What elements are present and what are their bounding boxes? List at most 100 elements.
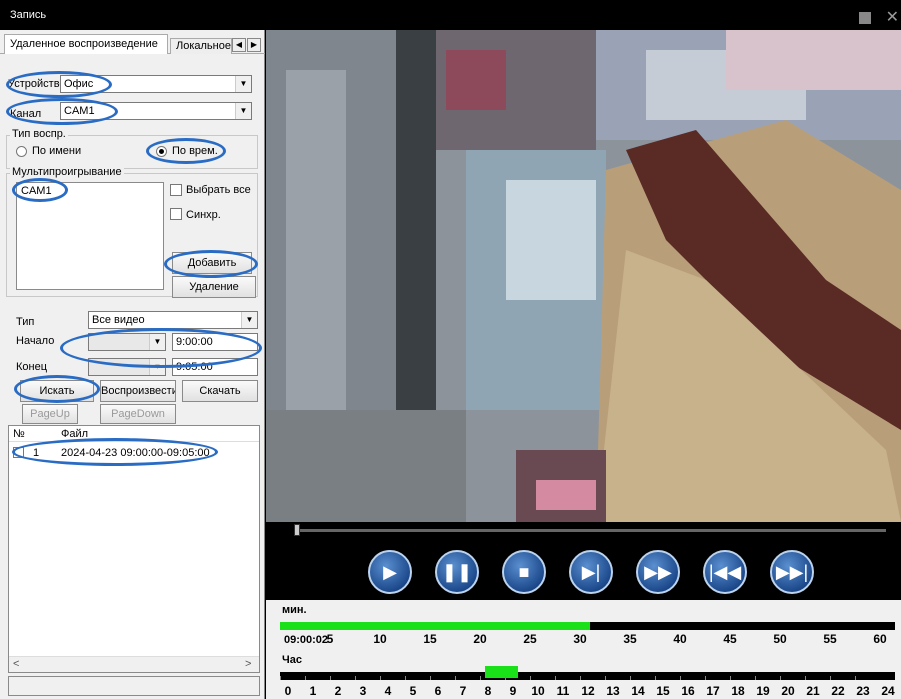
hour-tick-label: 17 [706,684,720,698]
search-button[interactable]: Искать [20,380,94,402]
hour-tick-mark [630,676,631,680]
minute-tick-label: 20 [473,632,487,646]
page-up-button[interactable]: PageUp [22,404,78,424]
status-bar [8,676,260,696]
start-date-select[interactable]: ▼ [88,333,166,351]
tab-scroll-left-icon[interactable]: ◀ [232,38,246,52]
column-file[interactable]: Файл [61,428,88,440]
device-value: Офис [64,78,94,90]
hour-tick-mark [280,676,281,680]
column-no[interactable]: № [13,428,25,440]
radio-by-name-label: По имени [32,145,82,157]
horizontal-scrollbar[interactable]: < > [9,656,259,672]
channel-select[interactable]: CAM1 ▼ [60,102,252,120]
radio-by-name[interactable] [16,146,27,157]
hour-tick-label: 0 [284,684,292,698]
seek-bar[interactable] [296,529,886,532]
device-label: Устройство [8,78,60,90]
maximize-button[interactable] [859,12,871,24]
remove-button[interactable]: Удаление [172,276,256,298]
hour-tick-mark [330,676,331,680]
hour-tick-label: 5 [409,684,417,698]
select-all-label: Выбрать все [186,184,251,196]
hour-timeline-bar[interactable] [280,666,895,680]
skip-next-icon[interactable]: ▶▶| [770,550,814,594]
minute-tick-label: 35 [623,632,637,646]
end-label: Конец [16,361,48,373]
scroll-left-icon[interactable]: < [13,658,19,670]
page-down-button[interactable]: PageDown [100,404,176,424]
minute-timeline-bar[interactable] [280,622,895,630]
chevron-down-icon: ▼ [235,76,251,92]
hour-recorded-segment [485,666,518,678]
minute-tick-label: 15 [423,632,437,646]
hour-tick-mark [655,676,656,680]
tab-local[interactable]: Локальное [170,38,232,54]
sync-label: Синхр. [186,209,221,221]
hour-tick-label: 19 [756,684,770,698]
start-time-input[interactable]: 9:00:00 [172,333,258,351]
hour-tick-mark [855,676,856,680]
hour-tick-label: 2 [334,684,342,698]
video-display[interactable] [266,30,901,522]
minute-tick-label: 45 [723,632,737,646]
start-time-value: 9:00:00 [176,336,213,348]
fast-forward-icon[interactable]: ▶▶ [636,550,680,594]
radio-by-time[interactable] [156,146,167,157]
minute-tick-label: 50 [773,632,787,646]
hour-tick-label: 23 [856,684,870,698]
minute-tick-label: 30 [573,632,587,646]
stop-icon[interactable]: ■ [502,550,546,594]
hour-tick-label: 3 [359,684,367,698]
hour-tick-label: 12 [581,684,595,698]
hour-tick-mark [580,676,581,680]
hour-tick-mark [555,676,556,680]
end-date-select[interactable]: ▼ [88,358,166,376]
minute-tick-label: 25 [523,632,537,646]
type-select[interactable]: Все видео ▼ [88,311,258,329]
hour-tick-mark [730,676,731,680]
hour-tick-label: 13 [606,684,620,698]
hour-tick-mark [455,676,456,680]
step-forward-icon[interactable]: ▶| [569,550,613,594]
channel-value: CAM1 [64,105,95,117]
download-button[interactable]: Скачать [182,380,258,402]
hours-label: Час [282,654,302,666]
tab-remote-playback[interactable]: Удаленное воспроизведение [4,34,168,54]
row-checkbox[interactable] [13,447,24,458]
minute-recorded-segment [280,622,590,630]
list-item[interactable]: CAM1 [17,183,163,199]
minute-tick-label: 40 [673,632,687,646]
end-time-input[interactable]: 9:05:00 [172,358,258,376]
add-button[interactable]: Добавить [172,252,252,274]
play-button[interactable]: Воспроизвести [100,380,176,402]
hour-tick-label: 20 [781,684,795,698]
file-list[interactable]: № Файл 1 2024-04-23 09:00:00-09:05:00 < … [8,425,260,673]
multiplay-list[interactable]: CAM1 [16,182,164,290]
tab-scroll-right-icon[interactable]: ▶ [247,38,261,52]
select-all-checkbox[interactable] [170,184,182,196]
close-button[interactable]: ✕ [886,7,899,27]
slow-rewind-icon[interactable]: |◀◀ [703,550,747,594]
type-value: Все видео [92,314,145,326]
radio-by-time-label: По врем. [172,145,218,157]
pause-icon[interactable]: ❚❚ [435,550,479,594]
window-title: Запись [10,9,47,21]
play-icon[interactable]: ▶ [368,550,412,594]
hour-tick-label: 11 [556,684,570,698]
device-select[interactable]: Офис ▼ [60,75,252,93]
scroll-right-icon[interactable]: > [245,658,251,670]
chevron-down-icon: ▼ [241,312,257,328]
row-no: 1 [33,447,40,459]
minute-tick-label: 5 [326,632,334,646]
video-frame-image [266,30,901,522]
table-row[interactable]: 1 2024-04-23 09:00:00-09:05:00 [9,446,259,462]
seek-knob[interactable] [294,524,300,536]
multiplay-title: Мультипроигрывание [10,166,124,178]
hour-tick-label: 7 [459,684,467,698]
hour-tick-label: 1 [309,684,317,698]
playback-controls: ▶ ❚❚ ■ ▶| ▶▶ |◀◀ ▶▶| [266,522,901,600]
sync-checkbox[interactable] [170,208,182,220]
hour-tick-label: 8 [484,684,492,698]
title-bar: Запись ✕ [0,0,901,30]
